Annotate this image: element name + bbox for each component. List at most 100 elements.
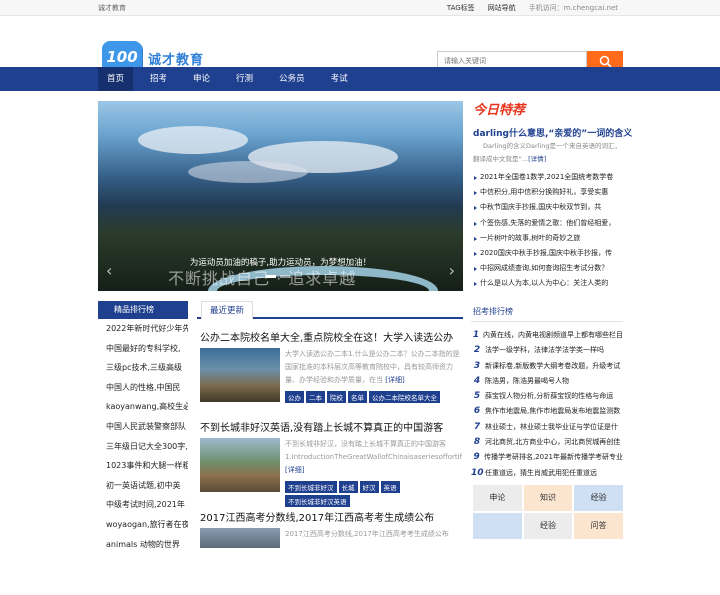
recommend-item[interactable]: 2020国庆中秋手抄报,国庆中秋手抄报，传 <box>473 246 625 261</box>
recruit-rank-item[interactable]: 3 新课标卷,新版教学大纲考卷改题，升级考试 <box>471 359 623 374</box>
article-tag[interactable]: 好汉 <box>359 481 379 493</box>
recommend-item[interactable]: 中秋节国庆手抄报,国庆中秋双节到，共 <box>473 200 625 215</box>
feature-more-link[interactable]: [详情] <box>528 155 546 163</box>
article-title[interactable]: 公办二本院校名单大全,重点院校全在这！大学入读选公办 <box>197 329 463 344</box>
recommend-item[interactable]: 什么是以人为本,以人为中心：关注人类的 <box>473 276 625 291</box>
recruit-rank-text: 新课标卷,新版教学大纲考卷改题，升级考试 <box>485 361 621 370</box>
recruit-rank-item[interactable]: 2 法学一级学科，法律法学法学类一样吗 <box>471 343 623 358</box>
tab-latest[interactable]: 最近更新 <box>201 301 254 319</box>
rank-item[interactable]: 1023事件和大腿一样粗 <box>98 456 188 476</box>
recommend-item[interactable]: 一片树叶的故事,树叶的奇妙之旅 <box>473 231 625 246</box>
hero-slider[interactable]: 为运动员加油的稿子,助力运动员，为梦想加油！ 不断挑战自己 · 追求卓越 ‹ › <box>98 101 463 291</box>
recommend-item[interactable]: 中信积分,用中信积分换购好礼，享受实惠 <box>473 185 625 200</box>
site-nav-link[interactable]: 网站导航 <box>488 3 516 13</box>
recruit-rank-text: 任重道远，猜生肖威武用犯任重道远 <box>485 468 597 477</box>
tag-cloud-item[interactable]: 问答 <box>574 513 623 539</box>
nav-item-aptitude[interactable]: 行测 <box>227 67 262 91</box>
recruit-rank-item[interactable]: 6 焦作市地震局,焦作市地震局发布地震监测数 <box>471 404 623 419</box>
search-icon <box>599 55 612 68</box>
rank-number: 9 <box>473 452 480 463</box>
recruit-rank-item[interactable]: 5 薛宝钗人物分析,分析薛宝钗的性格与命运 <box>471 389 623 404</box>
main-nav: 首页 招考 申论 行测 公务员 考试 <box>0 67 720 91</box>
recruit-rank-item[interactable]: 7 林业硕士，林业硕士我毕业证与学位证是什 <box>471 420 623 435</box>
recommend-item[interactable]: 2021年全国卷1数学,2021全国统考数学卷 <box>473 170 625 185</box>
rank-item[interactable]: kaoyanwang,高校生必 <box>98 397 188 417</box>
article-card: 2017江西高考分数线,2017年江西高考考生成绩公布 2017江西高考分数线,… <box>197 509 463 595</box>
mobile-access-link[interactable]: 手机访问：m.chengcai.net <box>529 3 618 13</box>
recruit-rank-text: 传播学考研排名,2021年最新传播学考研专业 <box>483 453 623 462</box>
article-card: 不到长城非好汉英语,没有踏上长城不算真正的中国游客 不到长城非好汉，没有踏上长城… <box>197 419 465 507</box>
nav-item-civil-servant[interactable]: 公务员 <box>270 67 314 91</box>
recruit-rank-text: 焦作市地震局,焦作市地震局发布地震监测数 <box>485 407 621 416</box>
article-tag[interactable]: 不到长城非好汉英语 <box>285 495 350 507</box>
nav-item-home[interactable]: 首页 <box>98 67 134 91</box>
nav-item-exam[interactable]: 考试 <box>322 67 357 91</box>
nav-item-recruit[interactable]: 招考 <box>141 67 176 91</box>
article-thumbnail[interactable] <box>200 528 280 548</box>
article-more-link[interactable]: [详细] <box>385 376 404 384</box>
rank-item[interactable]: woyaogan,旅行者在夜 <box>98 515 188 535</box>
rank-number: 8 <box>473 437 481 448</box>
rank-item[interactable]: animals 动物的世界 <box>98 535 188 555</box>
slider-dots <box>266 275 290 278</box>
rank-item[interactable]: 中国人的性格,中国民 <box>98 378 188 398</box>
rank-item[interactable]: 中国最好的专科学校, <box>98 339 188 359</box>
recruit-rank-item[interactable]: 9 传播学考研排名,2021年最新传播学考研专业 <box>471 450 623 465</box>
tag-cloud-item[interactable]: 经验 <box>574 485 623 511</box>
site-name[interactable]: 诚才教育 <box>98 3 126 13</box>
recruit-rank-text: 内黄在线，内黄电视剧频道早上都有哪些栏目 <box>483 331 623 339</box>
recruit-rank-title: 招考排行榜 <box>471 302 623 322</box>
slider-prev-icon[interactable]: ‹ <box>106 261 112 280</box>
recruit-rank-panel: 招考排行榜 1 内黄在线，内黄电视剧频道早上都有哪些栏目 2 法学一级学科，法律法学… <box>471 302 623 481</box>
article-more-link[interactable]: [详细] <box>285 466 304 474</box>
rank-item[interactable]: 中级考试时间,2021年 <box>98 495 188 515</box>
recruit-rank-item[interactable]: 8 河北商贸,北方商业中心，河北商贸城再创佳 <box>471 435 623 450</box>
rank-item[interactable]: 中国人民武装警察部队 <box>98 417 188 437</box>
feature-summary-text: Darling的含义Darling是一个来自英语的词汇，翻译成中文就是“... <box>473 142 622 163</box>
article-tag[interactable]: 不到长城非好汉 <box>285 481 337 493</box>
recruit-rank-item[interactable]: 1 内黄在线，内黄电视剧频道早上都有哪些栏目 <box>471 328 623 343</box>
article-tag[interactable]: 公办 <box>285 391 304 403</box>
slider-dot[interactable] <box>280 275 290 278</box>
article-summary: 大学入读选公办二本1.什么是公办二本？公办二本指的是国家批准的本科层次高等教育院… <box>285 348 462 388</box>
recommend-list: 2021年全国卷1数学,2021全国统考数学卷 中信积分,用中信积分换购好礼，享… <box>473 170 625 292</box>
rank-item[interactable]: 2022年新时代好少年先 <box>98 319 188 339</box>
brand-name[interactable]: 诚才教育 <box>148 49 204 68</box>
rank-item[interactable]: 三年级日记大全300字, <box>98 437 188 457</box>
feature-title[interactable]: darling什么意思,“亲爱的”一词的含义 <box>473 126 632 139</box>
article-tag[interactable]: 英语 <box>380 481 400 493</box>
article-thumbnail[interactable] <box>200 348 280 402</box>
tag-link[interactable]: TAG标签 <box>447 3 475 13</box>
tag-cloud-item[interactable]: 知识 <box>523 485 573 511</box>
tag-cloud-item[interactable] <box>473 513 522 539</box>
rank-item[interactable]: 三级pc技术,三级高级 <box>98 358 188 378</box>
slider-next-icon[interactable]: › <box>449 261 455 280</box>
article-tag[interactable]: 长城 <box>338 481 358 493</box>
recruit-rank-text: 林业硕士，林业硕士我毕业证与学位证是什 <box>485 422 618 431</box>
recommend-item[interactable]: 个签伤感,失落的爱情之歌：他们曾经相爱， <box>473 216 625 231</box>
article-title[interactable]: 不到长城非好汉英语,没有踏上长城不算真正的中国游客 <box>197 419 463 434</box>
top-links: TAG标签 网站导航 手机访问：m.chengcai.net <box>447 3 618 13</box>
recruit-rank-list: 1 内黄在线，内黄电视剧频道早上都有哪些栏目 2 法学一级学科，法律法学法学类一样吗… <box>471 328 623 481</box>
today-recommend: 今日特荐 <box>471 97 623 118</box>
rank-item[interactable]: 初一英语试题,初中英 <box>98 476 188 496</box>
article-tag[interactable]: 名单 <box>348 391 367 403</box>
article-summary-text: 大学入读选公办二本1.什么是公办二本？公办二本指的是国家批准的本科层次高等教育院… <box>285 350 460 384</box>
quality-rank-panel: 精品排行榜 2022年新时代好少年先 中国最好的专科学校, 三级pc技术,三级高… <box>98 301 188 554</box>
rank-list: 2022年新时代好少年先 中国最好的专科学校, 三级pc技术,三级高级 中国人的… <box>98 319 188 554</box>
article-tag[interactable]: 院校 <box>327 391 346 403</box>
article-card: 公办二本院校名单大全,重点院校全在这！大学入读选公办 大学入读选公办二本1.什么… <box>197 329 463 415</box>
article-tag[interactable]: 公办二本院校名单大全 <box>369 391 440 403</box>
recommend-item[interactable]: 中招网成绩查询,如何查询招生考试分数？ <box>473 261 625 276</box>
slider-dot[interactable] <box>266 275 276 278</box>
article-title[interactable]: 2017江西高考分数线,2017年江西高考考生成绩公布 <box>197 509 463 524</box>
recruit-rank-item[interactable]: 4 陈浩男，陈浩男最喝号人物 <box>471 374 623 389</box>
article-tag[interactable]: 二本 <box>306 391 325 403</box>
tag-cloud-item[interactable]: 申论 <box>473 485 522 511</box>
article-summary: 不到长城非好汉，没有踏上长城不算真正的中国游客1.IntroductionThe… <box>285 438 462 478</box>
recruit-rank-item[interactable]: 10 任重道远，猜生肖威武用犯任重道远 <box>471 466 623 481</box>
article-thumbnail[interactable] <box>200 438 280 492</box>
article-tags: 不到长城非好汉 长城 好汉 英语 不到长城非好汉英语 <box>285 481 465 507</box>
tag-cloud-item[interactable]: 经验 <box>523 513 573 539</box>
nav-item-essay[interactable]: 申论 <box>184 67 219 91</box>
